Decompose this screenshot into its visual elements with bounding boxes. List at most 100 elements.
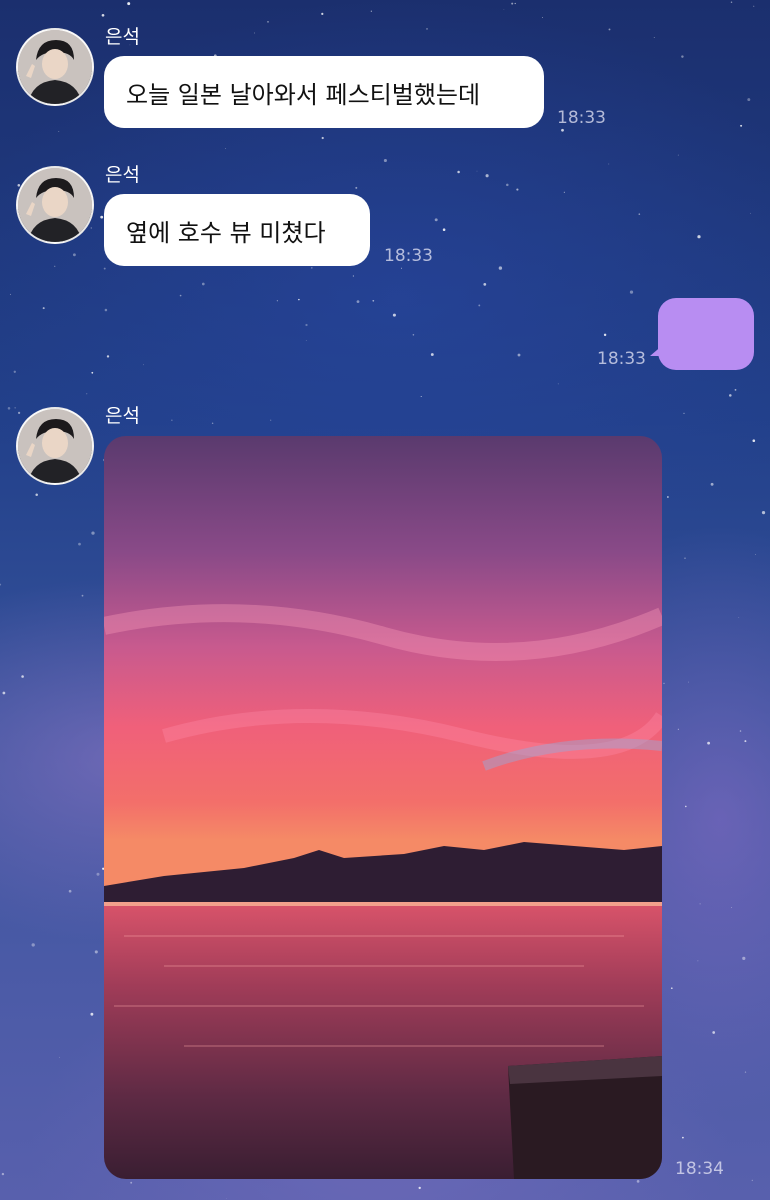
- star: [226, 1197, 228, 1199]
- star: [370, 10, 372, 12]
- star: [684, 557, 686, 560]
- star: [744, 1071, 747, 1073]
- star: [663, 682, 665, 685]
- star: [506, 183, 509, 187]
- star: [7, 407, 11, 410]
- star: [755, 554, 756, 555]
- star: [21, 675, 24, 678]
- star: [476, 170, 478, 172]
- message-bubble[interactable]: 오늘 일본 날아와서 페스티벌했는데: [104, 56, 544, 128]
- star: [744, 740, 747, 743]
- star: [603, 333, 607, 337]
- sender-name: 은석: [105, 405, 140, 427]
- star: [298, 298, 300, 301]
- star: [9, 293, 11, 295]
- star: [542, 17, 543, 18]
- star: [750, 212, 751, 214]
- star: [2, 691, 6, 695]
- star: [106, 355, 110, 358]
- star: [17, 411, 21, 415]
- star: [608, 28, 611, 31]
- message-text: 옆에 호수 뷰 미쳤다: [126, 218, 326, 247]
- star: [751, 1179, 753, 1182]
- avatar[interactable]: [16, 28, 94, 106]
- star: [557, 383, 559, 385]
- star: [677, 728, 679, 730]
- star: [638, 213, 641, 215]
- star: [355, 186, 358, 189]
- star: [352, 275, 355, 277]
- sender-name: 은석: [105, 164, 140, 186]
- star: [478, 304, 481, 307]
- star: [305, 323, 308, 327]
- star: [72, 253, 76, 257]
- star: [310, 267, 313, 269]
- star: [35, 493, 38, 496]
- star: [418, 1186, 421, 1190]
- star: [697, 960, 699, 962]
- profile-photo-icon: [18, 409, 92, 483]
- message-timestamp: 18:33: [384, 246, 433, 266]
- star: [712, 1031, 716, 1034]
- photo-message[interactable]: [104, 436, 662, 1179]
- star: [372, 299, 375, 302]
- message-bubble[interactable]: 옆에 호수 뷰 미쳤다: [104, 194, 370, 266]
- star: [42, 307, 45, 310]
- star: [457, 170, 460, 174]
- star: [127, 2, 131, 6]
- star: [699, 903, 701, 905]
- star: [14, 407, 16, 409]
- star: [90, 227, 93, 229]
- star: [412, 334, 415, 336]
- star: [58, 130, 60, 133]
- star: [563, 191, 565, 193]
- star: [677, 154, 679, 156]
- star: [697, 235, 701, 239]
- star: [201, 282, 205, 286]
- star: [54, 265, 56, 267]
- message-timestamp: 18:34: [675, 1159, 724, 1179]
- star: [483, 283, 487, 286]
- star: [270, 419, 272, 421]
- star: [653, 37, 655, 38]
- star: [90, 1012, 94, 1016]
- star: [171, 419, 173, 421]
- star: [13, 370, 16, 373]
- avatar[interactable]: [16, 407, 94, 485]
- star: [225, 147, 227, 149]
- star: [670, 987, 673, 990]
- star: [688, 681, 689, 683]
- star: [68, 889, 72, 893]
- star: [740, 124, 743, 127]
- bubble-tail: [650, 344, 664, 356]
- star: [738, 616, 740, 618]
- star: [485, 174, 489, 178]
- star: [742, 956, 746, 961]
- star: [516, 188, 519, 191]
- star: [1, 1172, 5, 1176]
- star: [321, 12, 324, 16]
- star: [636, 1180, 640, 1183]
- star: [681, 55, 684, 58]
- star: [710, 482, 714, 486]
- star: [667, 496, 669, 498]
- star: [383, 158, 387, 163]
- star: [81, 594, 84, 597]
- star: [731, 906, 733, 908]
- star: [211, 422, 214, 424]
- star: [254, 32, 255, 34]
- star: [707, 741, 711, 745]
- star: [734, 388, 737, 391]
- star: [682, 1136, 684, 1139]
- star: [753, 5, 755, 7]
- star: [392, 313, 396, 317]
- avatar[interactable]: [16, 166, 94, 244]
- star: [517, 353, 521, 357]
- star: [91, 371, 94, 374]
- star: [267, 21, 269, 23]
- star: [442, 228, 446, 231]
- star: [321, 136, 324, 140]
- my-message-bubble[interactable]: [650, 298, 754, 370]
- star: [761, 510, 766, 515]
- star: [31, 943, 35, 947]
